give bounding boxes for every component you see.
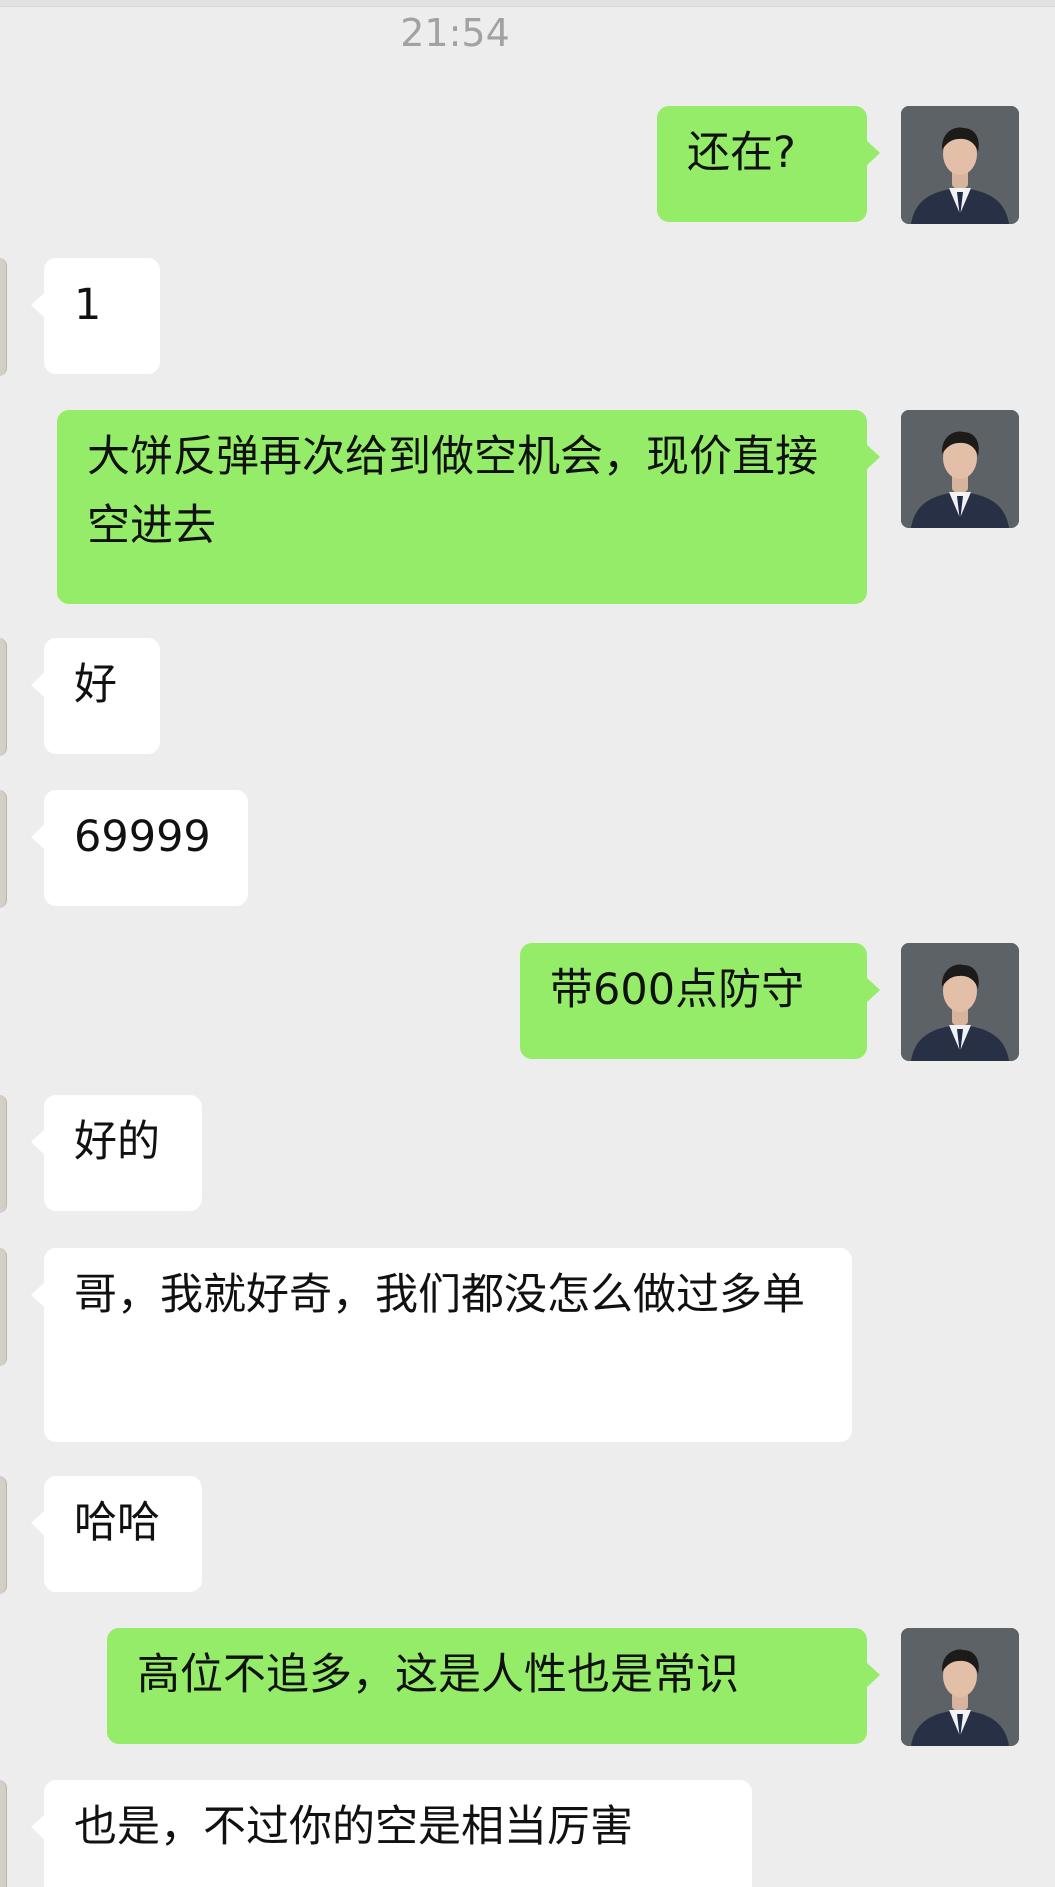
contact-avatar-icon[interactable] xyxy=(0,638,7,756)
chat-message-list[interactable]: 21:54 还在? 1 大饼反弹再次给到做空机会，现价直接空进去 好 69999… xyxy=(0,0,1055,1887)
user-avatar-icon xyxy=(901,106,1019,224)
contact-avatar-icon[interactable] xyxy=(0,1095,7,1213)
user-avatar[interactable] xyxy=(901,106,1019,224)
message-bubble-incoming[interactable]: 哈哈 xyxy=(31,1476,202,1592)
user-avatar[interactable] xyxy=(901,1628,1019,1746)
contact-avatar-icon[interactable] xyxy=(0,1476,7,1594)
message-bubble-incoming[interactable]: 1 xyxy=(31,258,160,374)
user-avatar[interactable] xyxy=(901,943,1019,1061)
message-bubble-incoming[interactable]: 也是，不过你的空是相当厉害 xyxy=(31,1780,752,1887)
message-bubble-incoming[interactable]: 好的 xyxy=(31,1095,202,1211)
contact-avatar-icon[interactable] xyxy=(0,258,7,376)
message-bubble-outgoing[interactable]: 大饼反弹再次给到做空机会，现价直接空进去 xyxy=(57,410,880,604)
message-bubble-outgoing[interactable]: 还在? xyxy=(657,106,880,222)
contact-avatar-icon[interactable] xyxy=(0,790,7,908)
message-bubble-outgoing[interactable]: 高位不追多，这是人性也是常识 xyxy=(107,1628,880,1744)
message-timestamp: 21:54 xyxy=(400,11,510,55)
message-bubble-incoming[interactable]: 69999 xyxy=(31,790,248,906)
contact-avatar-icon[interactable] xyxy=(0,1248,7,1366)
contact-avatar-icon[interactable] xyxy=(0,1780,7,1887)
user-avatar[interactable] xyxy=(901,410,1019,528)
user-avatar-icon xyxy=(901,943,1019,1061)
message-bubble-incoming[interactable]: 哥，我就好奇，我们都没怎么做过多单 xyxy=(31,1248,852,1442)
user-avatar-icon xyxy=(901,1628,1019,1746)
user-avatar-icon xyxy=(901,410,1019,528)
message-bubble-outgoing[interactable]: 带600点防守 xyxy=(520,943,880,1059)
message-bubble-incoming[interactable]: 好 xyxy=(31,638,160,754)
top-divider xyxy=(0,0,1055,7)
